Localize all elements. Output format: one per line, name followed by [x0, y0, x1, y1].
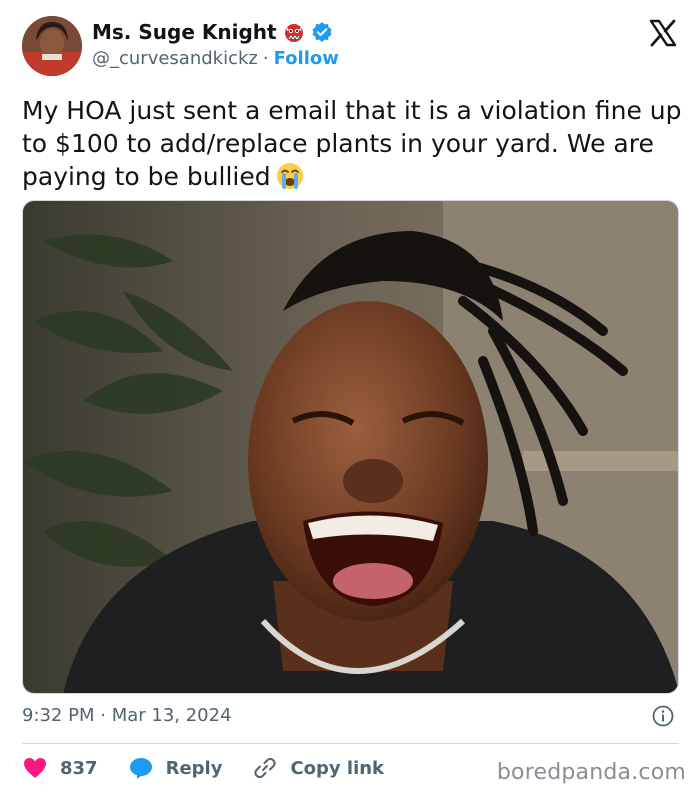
reply-button[interactable]: Reply [128, 755, 223, 781]
link-icon [254, 757, 277, 779]
follow-button[interactable]: Follow [274, 48, 339, 69]
tweet-body: My HOA just sent a email that it is a vi… [22, 96, 682, 191]
heart-icon [24, 758, 46, 778]
tweet-media-image[interactable] [22, 200, 679, 694]
like-count: 837 [60, 757, 98, 779]
boredpanda-watermark: boredpanda.com [496, 760, 686, 785]
tweet-text: My HOA just sent a email that it is a vi… [22, 94, 682, 193]
reply-bubble-icon [129, 758, 152, 779]
copy-link-label: Copy link [290, 757, 385, 779]
verified-badge-icon [311, 21, 333, 43]
loudly-crying-face-icon [275, 161, 305, 191]
x-logo-icon[interactable] [648, 18, 678, 48]
handle-separator: · [262, 48, 269, 69]
actions-divider [22, 743, 679, 744]
ogre-mask-icon [283, 21, 305, 43]
copy-link-button[interactable]: Copy link [252, 755, 384, 781]
author-handle[interactable]: @_curvesandkickz [92, 48, 258, 69]
reply-label: Reply [165, 757, 223, 779]
tweet-timestamp[interactable]: 9:32 PM · Mar 13, 2024 [22, 705, 232, 726]
author-display-name[interactable]: Ms. Suge Knight [92, 20, 277, 44]
info-icon[interactable] [652, 705, 674, 727]
author-avatar[interactable] [22, 16, 82, 76]
like-button[interactable]: 837 [22, 755, 98, 781]
tweet-actions: 837 Reply Copy link [22, 752, 414, 784]
